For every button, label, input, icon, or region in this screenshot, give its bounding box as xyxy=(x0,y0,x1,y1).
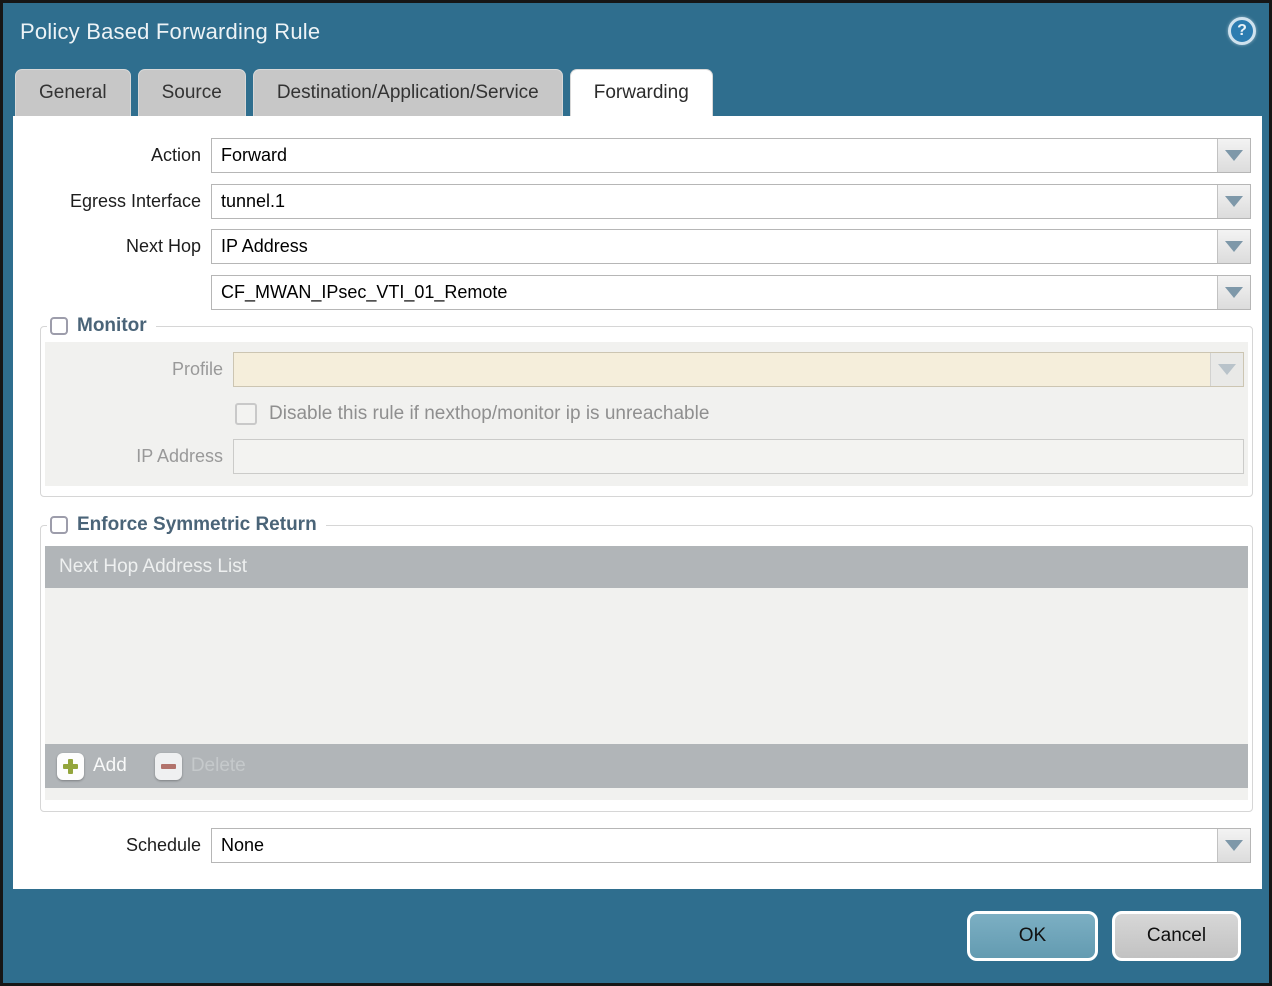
symmetric-return-fieldset: Enforce Symmetric Return Next Hop Addres… xyxy=(40,514,1253,812)
next-hop-address-list-body xyxy=(45,588,1248,744)
next-hop-address-dropdown[interactable]: CF_MWAN_IPsec_VTI_01_Remote xyxy=(211,275,1251,310)
next-hop-type-dropdown[interactable]: IP Address xyxy=(211,229,1251,264)
ok-button[interactable]: OK xyxy=(967,911,1098,961)
disable-rule-label: Disable this rule if nexthop/monitor ip … xyxy=(269,403,709,425)
profile-label: Profile xyxy=(45,352,233,387)
egress-interface-row: Egress Interface tunnel.1 xyxy=(13,184,1251,219)
tab-general[interactable]: General xyxy=(15,69,131,116)
schedule-row: Schedule None xyxy=(13,828,1251,863)
add-button[interactable]: Add xyxy=(57,753,127,780)
delete-button-label: Delete xyxy=(191,755,246,777)
monitor-ip-input xyxy=(233,439,1244,474)
pbf-rule-dialog: Policy Based Forwarding Rule ? General S… xyxy=(0,0,1272,986)
schedule-dropdown-arrow-icon[interactable] xyxy=(1217,829,1250,862)
chevron-down-icon xyxy=(1218,364,1236,375)
tab-bar: General Source Destination/Application/S… xyxy=(15,69,713,116)
monitor-legend: Monitor xyxy=(47,315,156,337)
schedule-label: Schedule xyxy=(13,828,211,863)
next-hop-address-row: CF_MWAN_IPsec_VTI_01_Remote xyxy=(13,275,1251,310)
disable-rule-row: Disable this rule if nexthop/monitor ip … xyxy=(235,403,1248,425)
symmetric-return-checkbox[interactable] xyxy=(50,516,68,534)
next-hop-dropdown-arrow-icon[interactable] xyxy=(1217,230,1250,263)
profile-dropdown-arrow-icon xyxy=(1210,353,1243,386)
egress-interface-value: tunnel.1 xyxy=(221,185,285,218)
action-row: Action Forward xyxy=(13,138,1251,173)
monitor-fieldset: Monitor Profile Disable this rule if nex… xyxy=(40,315,1253,497)
next-hop-label: Next Hop xyxy=(13,229,211,264)
next-hop-type-value: IP Address xyxy=(221,230,308,263)
action-dropdown-arrow-icon[interactable] xyxy=(1217,139,1250,172)
next-hop-address-value: CF_MWAN_IPsec_VTI_01_Remote xyxy=(221,276,507,309)
plus-icon xyxy=(63,759,78,774)
cancel-button[interactable]: Cancel xyxy=(1112,911,1241,961)
table-toolbar: Add Delete xyxy=(45,744,1248,788)
monitor-ip-label: IP Address xyxy=(45,439,233,474)
egress-dropdown-arrow-icon[interactable] xyxy=(1217,185,1250,218)
label-spacer xyxy=(13,275,211,310)
minus-icon xyxy=(161,764,176,769)
monitor-checkbox[interactable] xyxy=(50,317,68,335)
next-hop-address-list-header: Next Hop Address List xyxy=(45,546,1248,588)
delete-icon xyxy=(155,753,182,780)
tab-source[interactable]: Source xyxy=(138,69,246,116)
chevron-down-icon xyxy=(1225,196,1243,207)
dialog-title: Policy Based Forwarding Rule xyxy=(20,19,320,45)
chevron-down-icon xyxy=(1225,840,1243,851)
next-hop-row: Next Hop IP Address xyxy=(13,229,1251,264)
monitor-ip-row: IP Address xyxy=(45,439,1248,474)
action-dropdown[interactable]: Forward xyxy=(211,138,1251,173)
profile-dropdown xyxy=(233,352,1244,387)
table-bottom-strip xyxy=(45,788,1248,800)
chevron-down-icon xyxy=(1225,150,1243,161)
egress-interface-label: Egress Interface xyxy=(13,184,211,219)
tab-forwarding[interactable]: Forwarding xyxy=(570,69,713,116)
schedule-dropdown[interactable]: None xyxy=(211,828,1251,863)
monitor-legend-label: Monitor xyxy=(77,315,147,337)
next-hop-address-arrow-icon[interactable] xyxy=(1217,276,1250,309)
symmetric-return-legend-label: Enforce Symmetric Return xyxy=(77,514,317,536)
profile-row: Profile xyxy=(45,352,1248,387)
delete-button: Delete xyxy=(155,753,246,780)
forwarding-tab-panel: Action Forward Egress Interface tunnel.1… xyxy=(13,116,1262,889)
help-icon[interactable]: ? xyxy=(1228,17,1256,45)
chevron-down-icon xyxy=(1225,241,1243,252)
tab-destination-application-service[interactable]: Destination/Application/Service xyxy=(253,69,563,116)
schedule-value: None xyxy=(221,829,264,862)
chevron-down-icon xyxy=(1225,287,1243,298)
action-value: Forward xyxy=(221,139,287,172)
next-hop-address-table: Next Hop Address List Add Delete xyxy=(45,546,1248,800)
disable-rule-checkbox xyxy=(235,403,257,425)
action-label: Action xyxy=(13,138,211,173)
monitor-panel: Profile Disable this rule if nexthop/mon… xyxy=(45,342,1248,486)
egress-interface-dropdown[interactable]: tunnel.1 xyxy=(211,184,1251,219)
symmetric-return-legend: Enforce Symmetric Return xyxy=(47,514,326,536)
add-button-label: Add xyxy=(93,755,127,777)
add-icon xyxy=(57,753,84,780)
